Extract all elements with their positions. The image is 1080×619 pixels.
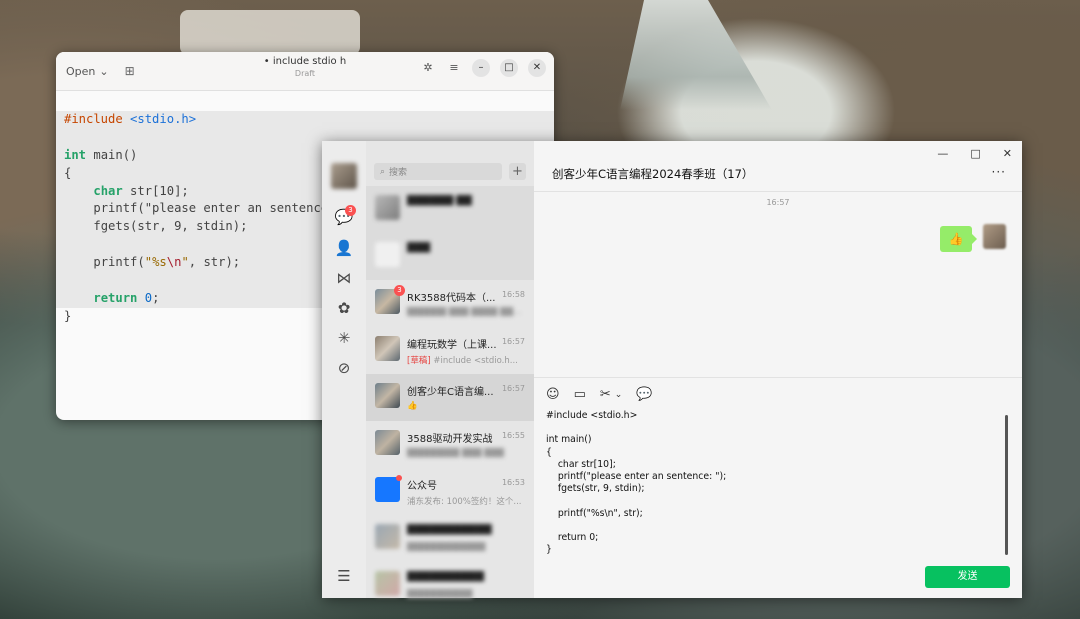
search-icon: ⌕ (380, 166, 386, 177)
list-item[interactable]: 3588驱动开发实战 16:55 ████████ ███ ███ (366, 421, 534, 468)
unread-badge: 3 (345, 205, 356, 216)
chevron-down-icon[interactable]: ⌄ (615, 390, 623, 400)
chat-avatar (375, 336, 400, 361)
send-button[interactable]: 发送 (925, 566, 1010, 588)
unread-dot (396, 475, 402, 481)
maximize-button[interactable]: □ (500, 59, 518, 77)
add-button[interactable]: + (509, 163, 526, 180)
minimize-button[interactable]: – (472, 59, 490, 77)
open-button[interactable]: Open ⌄ (66, 65, 109, 78)
list-item[interactable]: 公众号 16:53 浦东发布: 100%签约！这个... (366, 468, 534, 515)
chat-header: — □ ✕ 创客少年C语言编程2024春季班（17） ··· (534, 141, 1022, 192)
avatar[interactable] (331, 163, 357, 189)
wechat-window: 💬 3 👤 ⋈ ✿ ✳ ⊘ ☰ ⌕ 搜索 + ██████·██ ███ 3 R… (322, 141, 1022, 599)
chat-title: 创客少年C语言编程2024春季班（17） (552, 167, 754, 181)
new-tab-icon[interactable]: ⊞ (125, 64, 135, 78)
emoji-icon[interactable]: ☺ (546, 387, 560, 402)
scissors-icon[interactable]: ✂ (600, 387, 611, 402)
chat-avatar (375, 524, 400, 549)
favorites-icon[interactable]: ⋈ (334, 268, 354, 288)
chat-avatar (375, 383, 400, 408)
list-item[interactable]: ██████████ ██████████ (366, 562, 534, 609)
nav-sidebar: 💬 3 👤 ⋈ ✿ ✳ ⊘ ☰ (322, 141, 367, 598)
more-menu-icon[interactable]: ☰ (334, 566, 354, 586)
code-line: #include <stdio.h> (56, 110, 554, 129)
mini-program-icon[interactable]: ⊘ (334, 358, 354, 378)
background-rock (180, 10, 360, 55)
avatar[interactable] (983, 224, 1006, 249)
message-bubble[interactable]: 👍 (940, 226, 977, 252)
settings-icon[interactable]: ✲ (420, 60, 436, 76)
scrollbar[interactable] (1005, 415, 1008, 555)
message-input-area: ☺ ▭ ✂ ⌄ 💬 #include <stdio.h> int main() … (534, 377, 1022, 599)
moments-icon[interactable]: ✿ (334, 298, 354, 318)
close-button[interactable]: ✕ (528, 59, 546, 77)
editor-header: Open ⌄ ⊞ • include stdio h Draft ✲ ≡ – □… (56, 52, 554, 91)
chat-avatar (375, 430, 400, 455)
menu-icon[interactable]: ≡ (446, 60, 462, 76)
chat-history-icon[interactable]: 💬 (636, 387, 652, 402)
chevron-down-icon: ⌄ (99, 64, 109, 78)
list-item[interactable]: 编程玩数学（上课... 16:57 [草稿] #include <stdio.h… (366, 327, 534, 374)
minimize-button[interactable]: — (937, 147, 948, 160)
chat-panel: — □ ✕ 创客少年C语言编程2024春季班（17） ··· 16:57 👍 ☺… (534, 141, 1022, 598)
list-item[interactable]: 创客少年C语言编... 16:57 👍 (366, 374, 534, 421)
chat-avatar (375, 195, 400, 220)
list-item[interactable]: ███████████ ████████████ (366, 515, 534, 562)
maximize-button[interactable]: □ (970, 147, 980, 160)
search-input[interactable]: ⌕ 搜索 (374, 163, 502, 180)
message-timestamp: 16:57 (766, 198, 790, 207)
chat-avatar (375, 242, 400, 267)
list-item[interactable]: ██████·██ (366, 186, 534, 233)
more-icon[interactable]: ··· (992, 165, 1006, 179)
folder-icon[interactable]: ▭ (574, 387, 586, 402)
close-button[interactable]: ✕ (1003, 147, 1012, 160)
chat-avatar (375, 571, 400, 596)
list-item[interactable]: ███ (366, 233, 534, 280)
official-account-icon (375, 477, 400, 502)
list-item[interactable]: 3 RK3588代码本（... 16:58 ██████ ███ ████ ██… (366, 280, 534, 327)
unread-badge: 3 (394, 285, 405, 296)
channels-icon[interactable]: ✳ (334, 328, 354, 348)
contacts-icon[interactable]: 👤 (334, 238, 354, 258)
message-input[interactable]: #include <stdio.h> int main() { char str… (546, 410, 726, 556)
waterfall (620, 0, 772, 110)
chat-list: ⌕ 搜索 + ██████·██ ███ 3 RK3588代码本（... 16:… (366, 141, 534, 599)
